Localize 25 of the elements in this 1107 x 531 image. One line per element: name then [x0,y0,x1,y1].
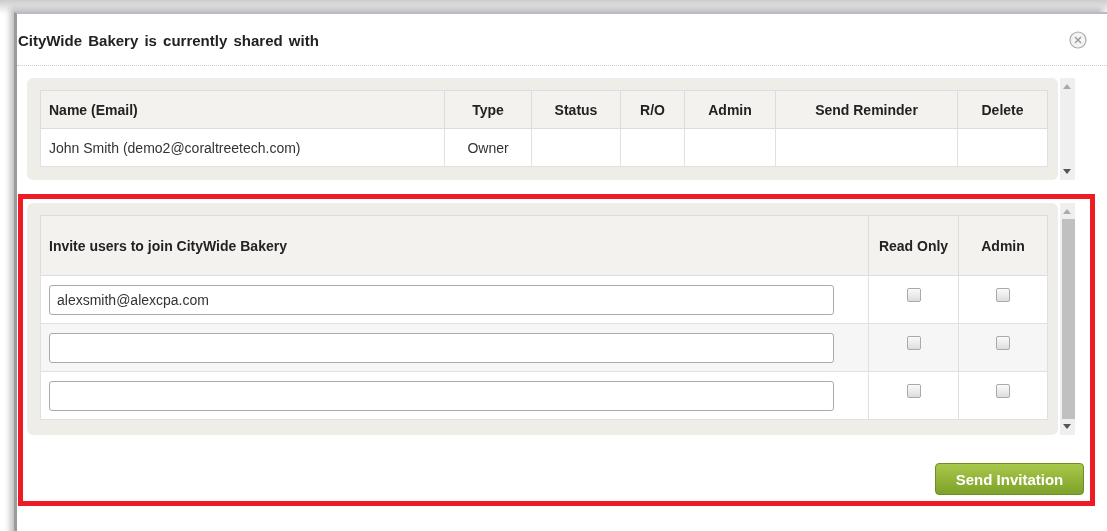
scrollbar[interactable] [1060,203,1075,435]
column-header: Delete [957,90,1048,129]
table-cell: John Smith (demo2@coraltreetech.com) [40,128,445,167]
column-header: R/O [620,90,685,129]
email-input[interactable]: alexsmith@alexcpa.com [49,284,834,315]
read-only-checkbox[interactable] [906,288,921,302]
admin-checkbox[interactable] [996,336,1010,350]
column-header: Status [531,90,621,129]
read-only-checkbox[interactable] [906,336,921,350]
dialog-title: CityWide Bakery is currently shared with [18,31,319,49]
read-only-checkbox[interactable] [906,384,921,398]
column-header: Admin [684,90,776,129]
column-header: Name (Email) [40,90,445,129]
admin-checkbox[interactable] [996,288,1010,302]
table-cell: Owner [444,128,532,167]
scrollbar[interactable] [1060,78,1075,180]
column-header: Read Only [868,215,959,276]
close-icon[interactable] [1069,31,1087,49]
column-header: Admin [958,215,1048,276]
email-input[interactable] [49,332,834,363]
column-header: Send Reminder [775,90,958,129]
column-header: Type [444,90,532,129]
email-input[interactable] [49,380,834,411]
column-header: Invite users to join CityWide Bakery [40,215,869,276]
admin-checkbox[interactable] [996,384,1010,398]
